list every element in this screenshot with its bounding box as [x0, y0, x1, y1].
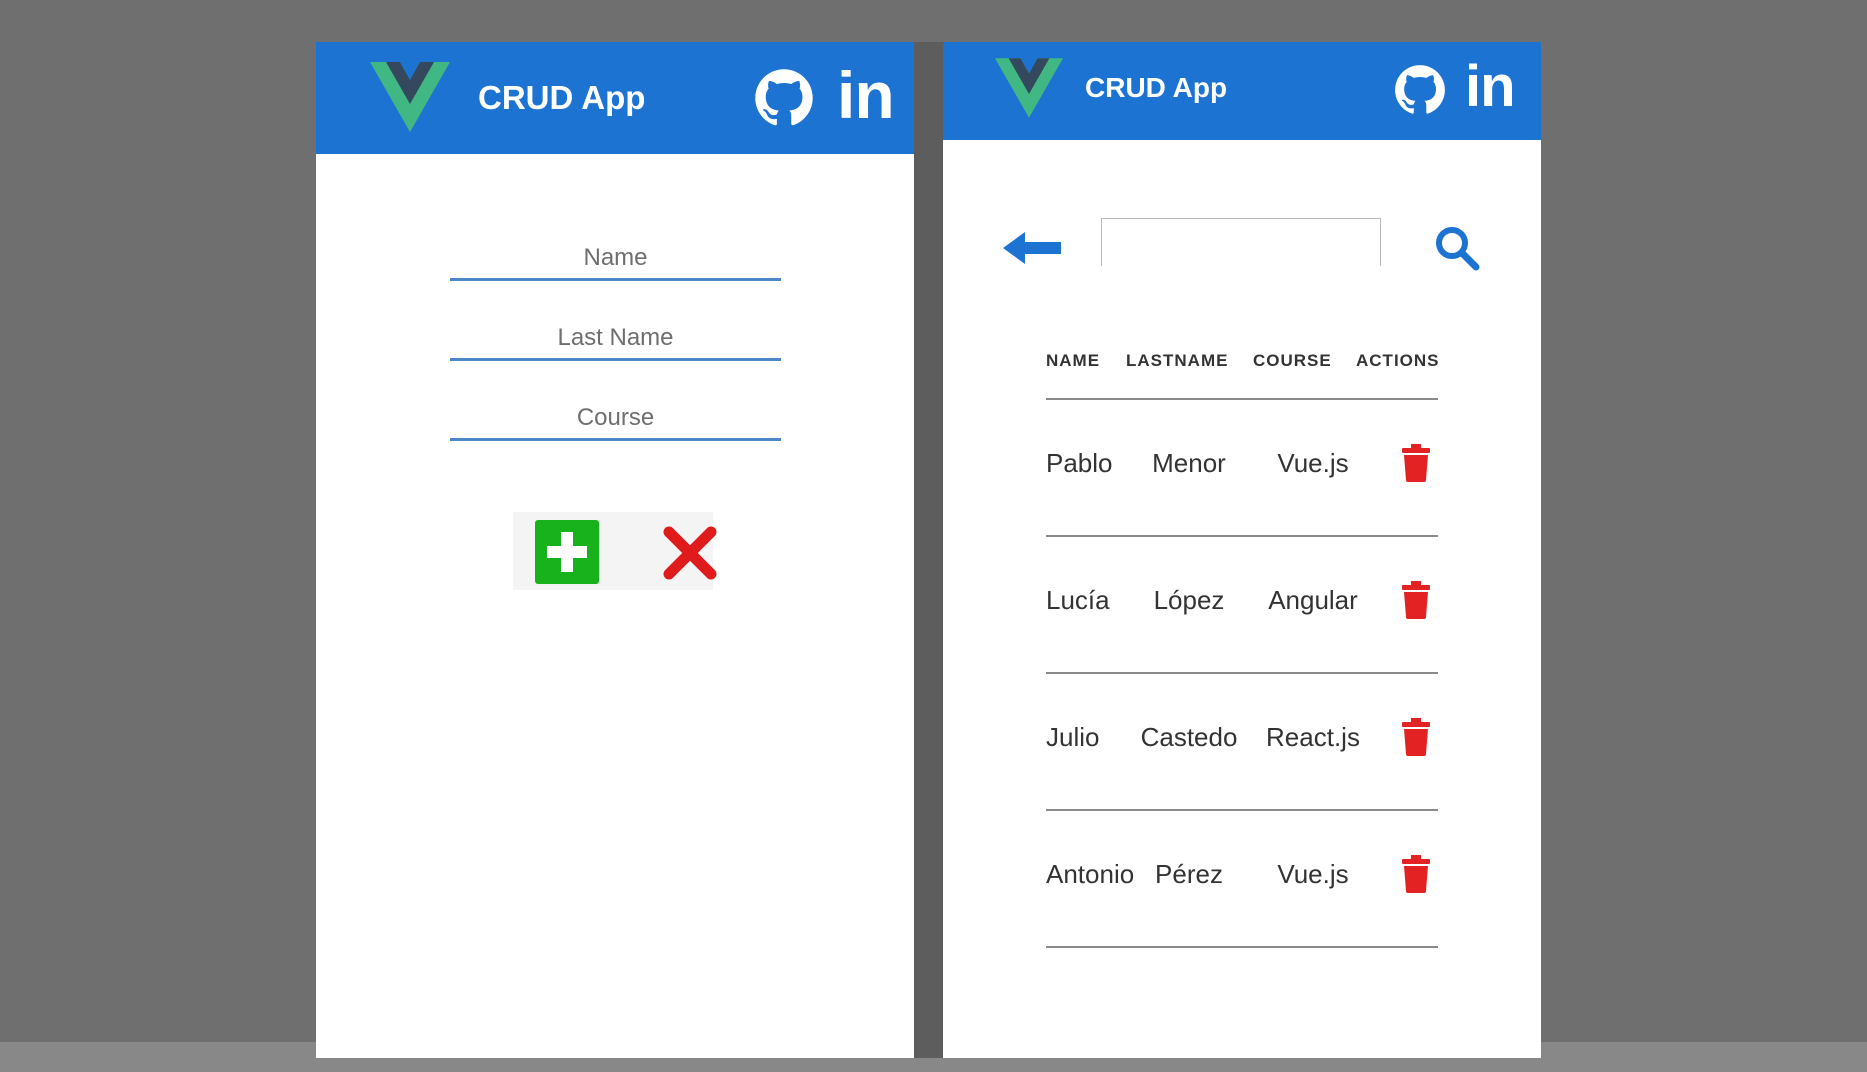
column-header-lastname: LASTNAME	[1126, 351, 1229, 370]
list-screen: CRUD App in NAME LASTNAME COURSE ACTIONS…	[943, 42, 1541, 1058]
delete-trash-icon[interactable]	[1401, 855, 1431, 893]
course-input[interactable]	[450, 398, 781, 441]
form-screen: CRUD App in	[316, 42, 914, 1058]
table-row: Antonio Pérez Vue.js	[1046, 811, 1438, 948]
arrow-left-icon[interactable]	[1003, 228, 1063, 268]
github-icon[interactable]	[754, 68, 814, 128]
lastname-input[interactable]	[450, 318, 781, 361]
cell-course: Vue.js	[1277, 448, 1349, 478]
vue-logo-icon[interactable]	[995, 58, 1063, 118]
cell-lastname: Castedo	[1140, 722, 1238, 752]
cell-name: Antonio	[1046, 859, 1135, 889]
cell-name: Pablo	[1046, 448, 1113, 478]
table-row: Lucía López Angular	[1046, 537, 1438, 674]
github-icon[interactable]	[1394, 64, 1446, 116]
name-input[interactable]	[450, 238, 781, 281]
table-row: Pablo Menor Vue.js	[1046, 400, 1438, 537]
cell-name: Lucía	[1046, 585, 1110, 615]
cell-lastname: Menor	[1152, 448, 1226, 478]
app-title: CRUD App	[478, 79, 646, 116]
app-title: CRUD App	[1085, 72, 1228, 103]
app-header: CRUD App in	[943, 42, 1541, 140]
form-actions	[513, 512, 717, 590]
cell-name: Julio	[1046, 722, 1100, 752]
delete-trash-icon[interactable]	[1401, 718, 1431, 756]
cell-course: Vue.js	[1277, 859, 1349, 889]
column-header-actions: ACTIONS	[1356, 351, 1440, 370]
column-header-course: COURSE	[1253, 351, 1332, 370]
students-table: NAME LASTNAME COURSE ACTIONS Pablo Menor…	[1046, 342, 1440, 948]
vue-logo-icon[interactable]	[370, 62, 450, 132]
table-header: NAME LASTNAME COURSE ACTIONS	[1046, 342, 1440, 400]
linkedin-icon[interactable]: in	[1465, 58, 1516, 116]
delete-trash-icon[interactable]	[1401, 581, 1431, 619]
cancel-button[interactable]	[663, 526, 717, 580]
delete-trash-icon[interactable]	[1401, 444, 1431, 482]
cell-course: Angular	[1268, 585, 1358, 615]
table-row: Julio Castedo React.js	[1046, 674, 1438, 811]
search-icon[interactable]	[1433, 224, 1481, 272]
cell-course: React.js	[1266, 722, 1360, 752]
linkedin-icon[interactable]: in	[837, 62, 895, 128]
add-button[interactable]	[535, 520, 599, 584]
search-input[interactable]	[1101, 218, 1381, 266]
cell-lastname: López	[1153, 585, 1225, 615]
panel-divider	[914, 42, 943, 1058]
column-header-name: NAME	[1046, 351, 1101, 370]
cell-lastname: Pérez	[1155, 859, 1223, 889]
app-header: CRUD App in	[316, 42, 914, 154]
